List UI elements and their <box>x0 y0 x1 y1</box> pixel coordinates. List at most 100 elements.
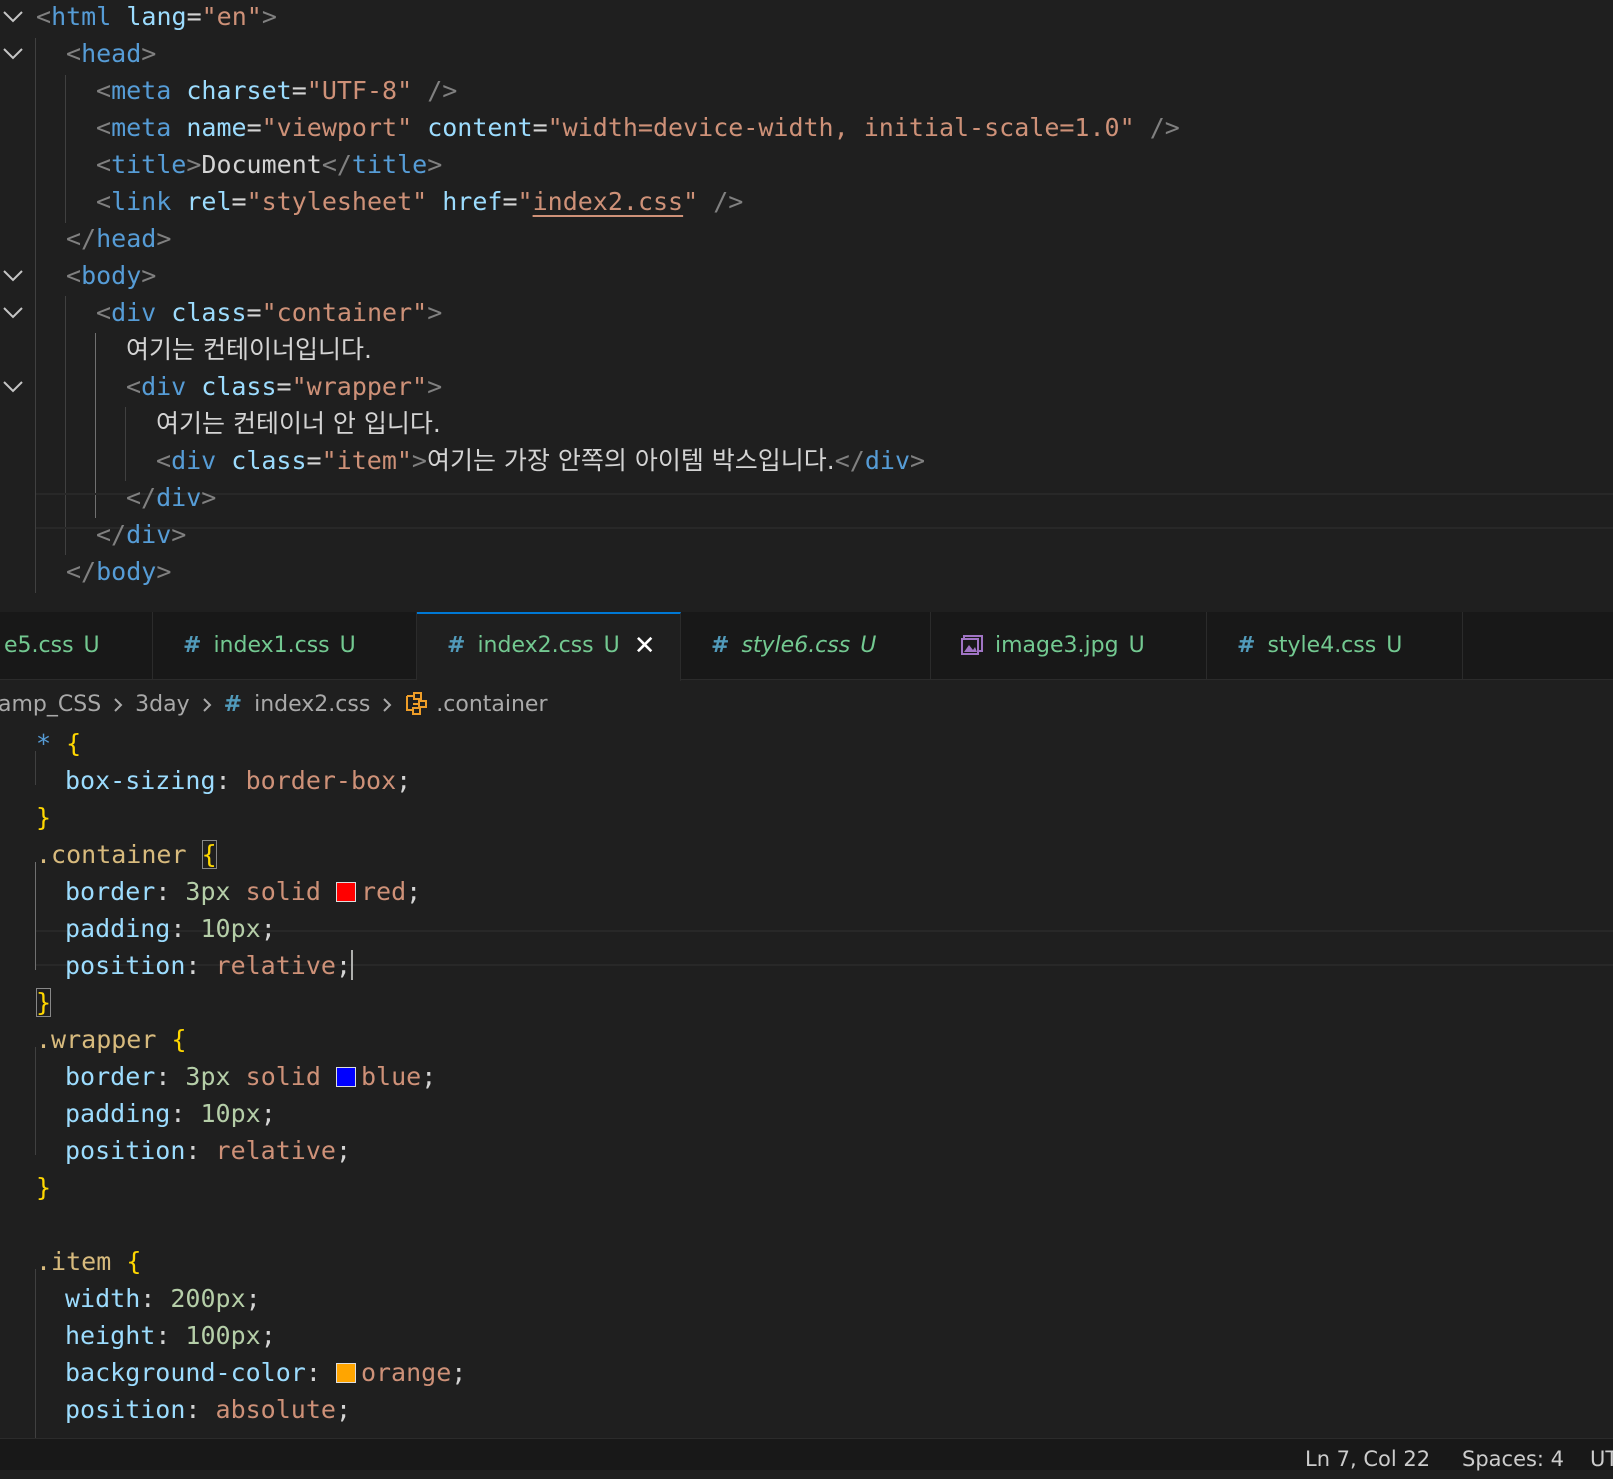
css-code-line[interactable] <box>0 1206 1613 1244</box>
html-code-line[interactable]: <div class="item">여기는 가장 안쪽의 아이템 박스입니다.<… <box>0 442 1613 480</box>
tab-image3-jpg[interactable]: image3.jpg U <box>931 612 1207 680</box>
color-swatch[interactable] <box>335 1363 356 1383</box>
html-code-line[interactable]: <div class="wrapper"> <box>0 368 1613 406</box>
html-code-line[interactable]: </head> <box>0 220 1613 258</box>
html-code-line[interactable]: </body> <box>0 553 1613 591</box>
html-code-line[interactable]: <html lang="en"> <box>0 0 1613 36</box>
html-code-line[interactable]: <link rel="stylesheet" href="index2.css"… <box>0 183 1613 221</box>
breadcrumb-folder[interactable]: amp_CSS <box>0 683 101 727</box>
code-text: width: 200px; <box>65 1280 261 1318</box>
code-token: > <box>427 150 443 179</box>
html-code-line[interactable]: <meta name="viewport" content="width=dev… <box>0 109 1613 147</box>
html-code-line[interactable]: <body> <box>0 257 1613 295</box>
html-editor[interactable]: <html lang="en"> <head> <meta charset="UTF… <box>0 0 1613 612</box>
code-text: <div class="item">여기는 가장 안쪽의 아이템 박스입니다.<… <box>156 442 925 480</box>
html-code-line[interactable]: </div> <box>0 516 1613 554</box>
html-code-line[interactable]: 여기는 컨테이너입니다. <box>0 331 1613 369</box>
encoding-setting[interactable]: UTF-8 <box>1590 1439 1613 1479</box>
fold-chevron-icon[interactable] <box>2 268 24 284</box>
breadcrumb-folder[interactable]: 3day <box>135 683 189 727</box>
code-token: html <box>51 2 112 31</box>
code-token: < <box>66 261 82 290</box>
css-code-line[interactable]: padding: 10px; <box>0 910 1613 948</box>
fold-chevron-icon[interactable] <box>2 379 24 395</box>
css-code-line[interactable]: box-sizing: border-box; <box>0 762 1613 800</box>
code-token: absolute <box>215 1395 336 1424</box>
tab-index2-css[interactable]: # index2.css U ✕ <box>417 612 681 681</box>
code-token: padding <box>65 914 171 943</box>
tab-style4-css[interactable]: # style4.css U <box>1207 612 1463 680</box>
code-token: 200px <box>170 1284 246 1313</box>
code-token: "stylesheet" <box>246 187 428 216</box>
fold-chevron-icon[interactable] <box>2 9 24 25</box>
code-token: ; <box>260 914 276 943</box>
css-code-line[interactable]: position: absolute; <box>0 1391 1613 1429</box>
html-code-line[interactable]: <meta charset="UTF-8" /> <box>0 72 1613 110</box>
code-token: red <box>360 877 407 906</box>
css-code-line[interactable]: } <box>0 1169 1613 1207</box>
html-code-line[interactable]: <title>Document</title> <box>0 146 1613 184</box>
code-token: 3px <box>185 877 231 906</box>
css-code-line[interactable]: padding: 10px; <box>0 1095 1613 1133</box>
code-token: div <box>171 446 217 475</box>
code-token: ; <box>335 1395 352 1424</box>
code-token: 10px <box>200 914 261 943</box>
color-swatch[interactable] <box>335 882 356 902</box>
code-text: * { <box>36 727 81 763</box>
code-text: } <box>36 984 52 1022</box>
html-code-line[interactable]: </div> <box>0 479 1613 517</box>
css-code-line[interactable]: height: 100px; <box>0 1317 1613 1355</box>
code-token: ; <box>245 1284 261 1313</box>
git-status-badge: U <box>1386 633 1403 658</box>
code-text: <meta name="viewport" content="width=dev… <box>96 109 1180 147</box>
css-hash-icon: # <box>447 633 466 658</box>
color-swatch[interactable] <box>335 1067 356 1087</box>
html-code-line[interactable]: <div class="container"> <box>0 294 1613 332</box>
css-code-line[interactable]: .item { <box>0 1243 1613 1281</box>
indentation-setting[interactable]: Spaces: 4 <box>1462 1439 1564 1479</box>
html-code-line[interactable]: 여기는 컨테이너 안 입니다. <box>0 405 1613 443</box>
tab-label: image3.jpg <box>995 633 1119 658</box>
code-token: rel <box>186 187 232 216</box>
code-token: " <box>517 187 533 216</box>
css-code-line[interactable]: * { <box>0 727 1613 763</box>
fold-chevron-icon[interactable] <box>2 46 24 62</box>
css-code-line[interactable]: .wrapper { <box>0 1021 1613 1059</box>
code-token: div <box>141 372 187 401</box>
code-token: } <box>36 1173 52 1202</box>
cursor-position[interactable]: Ln 7, Col 22 <box>1305 1439 1430 1479</box>
css-code-line[interactable]: .container { <box>0 836 1613 874</box>
code-token: title <box>351 150 428 179</box>
css-code-line[interactable]: } <box>0 984 1613 1022</box>
code-token: </ <box>96 520 127 549</box>
code-token: width <box>65 1284 141 1313</box>
breadcrumb-file[interactable]: index2.css <box>254 683 370 727</box>
breadcrumb-symbol[interactable]: .container <box>436 683 547 727</box>
css-code-line[interactable]: width: 200px; <box>0 1280 1613 1318</box>
css-code-line[interactable]: border: 3px solid blue; <box>0 1058 1613 1096</box>
code-token: : <box>140 1284 171 1313</box>
tab-e5-css[interactable]: e5.css U <box>0 612 153 680</box>
css-code-line[interactable]: position: relative; <box>0 1132 1613 1170</box>
git-status-badge: U <box>1128 633 1145 658</box>
close-icon[interactable]: ✕ <box>634 614 656 678</box>
code-token: ; <box>451 1358 467 1387</box>
tab-label: index1.css <box>213 633 330 658</box>
css-editor[interactable]: * {box-sizing: border-box;} .container {b… <box>0 727 1613 1438</box>
css-code-line[interactable]: border: 3px solid red; <box>0 873 1613 911</box>
code-token: meta <box>111 113 172 142</box>
code-token: < <box>66 39 82 68</box>
code-token: border <box>65 877 156 906</box>
fold-chevron-icon[interactable] <box>2 305 24 321</box>
css-code-line[interactable]: } <box>0 799 1613 837</box>
css-code-line[interactable]: position: relative; <box>0 947 1613 985</box>
code-text: border: 3px solid red; <box>65 873 421 911</box>
tab-style6-css[interactable]: # style6.css U <box>681 612 931 680</box>
html-code-line[interactable]: <head> <box>0 35 1613 73</box>
code-token: relative <box>215 951 336 980</box>
css-code-line[interactable]: background-color: orange; <box>0 1354 1613 1392</box>
code-token: = <box>502 187 518 216</box>
tab-index1-css[interactable]: # index1.css U <box>153 612 417 680</box>
